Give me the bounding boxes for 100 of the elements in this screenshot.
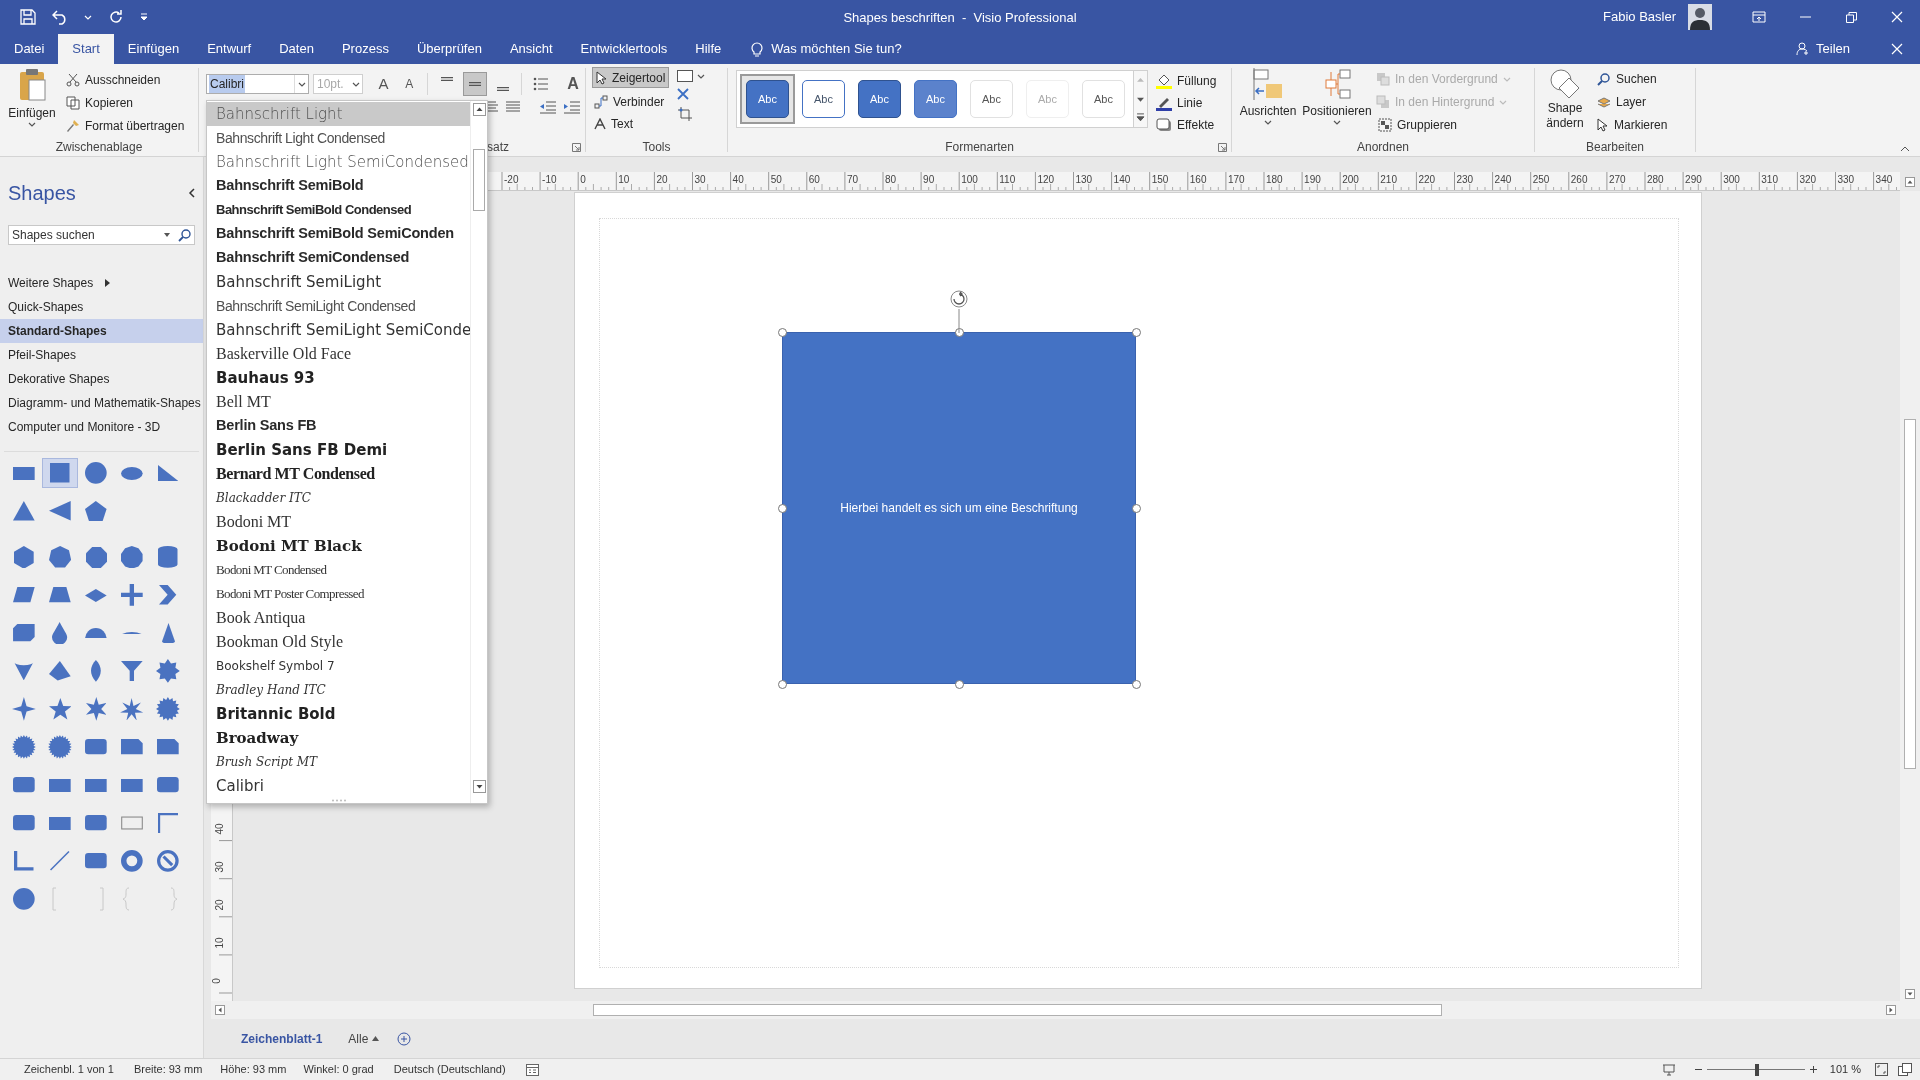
ruler-label: 290 bbox=[1685, 174, 1702, 186]
ruler-label: 140 bbox=[1113, 174, 1131, 186]
status-text: Höhe: 93 mm bbox=[220, 1062, 287, 1078]
shape-style-thumbnail[interactable]: Abc bbox=[740, 74, 795, 124]
ruler-label: 190 bbox=[1304, 174, 1321, 186]
font-option[interactable]: Bahnschrift Light bbox=[207, 102, 470, 126]
ribbon-tab[interactable]: Entwurf bbox=[193, 34, 266, 64]
stencil-item[interactable]: Weitere Shapes bbox=[0, 271, 203, 295]
font-option[interactable]: Bookman Old Style bbox=[207, 630, 470, 654]
fill-button[interactable]: Füllung bbox=[1154, 71, 1219, 91]
font-name-field[interactable]: Calibri bbox=[206, 74, 309, 94]
stencil-item[interactable]: Standard-Shapes bbox=[0, 319, 203, 343]
ribbon-tab[interactable]: Start bbox=[58, 34, 114, 64]
stencil-item[interactable]: Pfeil-Shapes bbox=[0, 343, 203, 367]
zoom-percentage[interactable]: 101 % bbox=[1829, 1061, 1861, 1078]
font-option[interactable]: Bahnschrift Light Condensed bbox=[207, 126, 470, 150]
pointer-tool-button[interactable]: Zeigertool bbox=[592, 67, 670, 88]
font-option[interactable]: Bodoni MT Poster Compressed bbox=[207, 582, 470, 606]
shrink-font-button[interactable]: A bbox=[398, 73, 421, 95]
stencil-item[interactable]: Quick-Shapes bbox=[0, 295, 203, 319]
font-option[interactable]: Bodoni MT Black bbox=[207, 534, 470, 558]
font-option[interactable]: Bahnschrift SemiCondensed bbox=[207, 246, 470, 270]
font-option[interactable]: Bahnschrift SemiLight SemiConde bbox=[207, 318, 470, 342]
ribbon-tab[interactable]: Hilfe bbox=[681, 34, 736, 64]
select-button[interactable]: Markieren bbox=[1595, 115, 1670, 135]
font-option[interactable]: Brush Script MT bbox=[207, 750, 470, 774]
rectangle-shape[interactable]: Hierbei handelt es sich um eine Beschriftung bbox=[782, 332, 1136, 684]
font-option[interactable]: Calibri bbox=[207, 774, 470, 798]
ruler-label: -20 bbox=[504, 174, 519, 186]
format-painter-button[interactable]: Format übertragen bbox=[64, 116, 187, 136]
ruler-label: 10 bbox=[213, 937, 226, 949]
font-option[interactable]: Bodoni MT Condensed bbox=[207, 558, 470, 582]
effects-button[interactable]: Effekte bbox=[1154, 115, 1219, 135]
ribbon-tab[interactable]: Entwicklertools bbox=[566, 34, 682, 64]
cut-button[interactable]: Ausschneiden bbox=[64, 70, 187, 90]
text-tool-button[interactable]: Text bbox=[592, 114, 670, 134]
user-name: Fabio Basler bbox=[1603, 8, 1676, 27]
font-option[interactable]: Bahnschrift Light SemiCondensed bbox=[207, 150, 470, 174]
font-option[interactable]: Bahnschrift SemiLight bbox=[207, 270, 470, 294]
all-pages-button[interactable]: Alle bbox=[342, 1026, 386, 1051]
line-button[interactable]: Linie bbox=[1154, 93, 1219, 113]
ruler-label: 60 bbox=[808, 174, 820, 186]
font-option[interactable]: Bahnschrift SemiBold bbox=[207, 174, 470, 198]
stencil-item[interactable]: Dekorative Shapes bbox=[0, 367, 203, 391]
window-title: Shapes beschriften - Visio Professional bbox=[843, 9, 1077, 27]
group-label: Tools bbox=[641, 139, 672, 156]
panel-title: Shapes bbox=[8, 181, 76, 205]
font-option[interactable]: Berlin Sans FB bbox=[207, 414, 470, 438]
tell-me-search[interactable]: Was möchten Sie tun? bbox=[771, 34, 902, 64]
shape-text: Hierbei handelt es sich um eine Beschriftung bbox=[840, 500, 1078, 517]
ruler-label: 30 bbox=[694, 174, 706, 186]
ruler-label: 230 bbox=[1456, 174, 1474, 186]
status-text: Deutsch (Deutschland) bbox=[393, 1062, 506, 1078]
ruler-label: 280 bbox=[1647, 174, 1664, 186]
text-direction-button[interactable]: A bbox=[561, 72, 585, 96]
font-option[interactable]: Bahnschrift SemiBold Condensed bbox=[207, 198, 470, 222]
font-option[interactable]: Berlin Sans FB Demi bbox=[207, 438, 470, 462]
ruler-label: 40 bbox=[213, 823, 226, 835]
font-option[interactable]: Bahnschrift SemiLight Condensed bbox=[207, 294, 470, 318]
stencil-item[interactable]: Computer und Monitore - 3D bbox=[0, 415, 203, 439]
ribbon-tab[interactable]: Ansicht bbox=[495, 34, 567, 64]
ribbon-tab[interactable]: Daten bbox=[265, 34, 328, 64]
copy-button[interactable]: Kopieren bbox=[64, 93, 187, 113]
search-field[interactable]: Shapes suchen bbox=[8, 225, 195, 245]
change-shape-button[interactable]: Shape ändern bbox=[1539, 68, 1591, 138]
ruler-label: -10 bbox=[542, 174, 557, 186]
paste-button[interactable]: Einfügen bbox=[6, 68, 58, 138]
align-button[interactable]: Ausrichten bbox=[1238, 68, 1298, 138]
ruler-label: 170 bbox=[1227, 174, 1245, 186]
ribbon-tab[interactable]: Datei bbox=[0, 34, 59, 64]
find-button[interactable]: Suchen bbox=[1595, 69, 1670, 89]
font-option[interactable]: Baskerville Old Face bbox=[207, 342, 470, 366]
font-option[interactable]: Bell MT bbox=[207, 390, 470, 414]
ruler-label: 0 bbox=[580, 174, 586, 186]
group-label: Zwischenablage bbox=[54, 139, 144, 156]
stencil-item[interactable]: Diagramm- und Mathematik-Shapes bbox=[0, 391, 203, 415]
ribbon-tab[interactable]: Einfügen bbox=[113, 34, 194, 64]
font-option[interactable]: Bahnschrift SemiBold SemiConden bbox=[207, 222, 470, 246]
font-option[interactable]: Book Antiqua bbox=[207, 606, 470, 630]
font-option[interactable]: Bauhaus 93 bbox=[207, 366, 470, 390]
ruler-label: 240 bbox=[1494, 174, 1512, 186]
ruler-label: 50 bbox=[770, 174, 782, 186]
font-option[interactable]: Britannic Bold bbox=[207, 702, 470, 726]
font-option[interactable]: Bernard MT Condensed bbox=[207, 462, 470, 486]
connector-button[interactable]: Verbinder bbox=[592, 92, 670, 112]
group-button[interactable]: Gruppieren bbox=[1376, 115, 1511, 135]
ribbon-tab[interactable]: Überprüfen bbox=[402, 34, 496, 64]
ruler-label: 330 bbox=[1837, 174, 1855, 186]
font-option[interactable]: Broadway bbox=[207, 726, 470, 750]
share-button[interactable]: Teilen bbox=[1796, 34, 1850, 64]
position-button[interactable]: Positionieren bbox=[1300, 68, 1374, 138]
grow-font-button[interactable]: A bbox=[372, 73, 395, 95]
font-option[interactable]: Bodoni MT bbox=[207, 510, 470, 534]
ribbon-tab[interactable]: Prozess bbox=[327, 34, 403, 64]
font-option[interactable]: Bradley Hand ITC bbox=[207, 678, 470, 702]
sheet-tab[interactable]: Zeichenblatt-1 bbox=[233, 1026, 331, 1051]
ruler-label: 210 bbox=[1380, 174, 1397, 186]
font-option[interactable]: Bookshelf Symbol 7 bbox=[207, 654, 470, 678]
font-option[interactable]: Blackadder ITC bbox=[207, 486, 470, 510]
layer-button[interactable]: Layer bbox=[1595, 92, 1670, 112]
